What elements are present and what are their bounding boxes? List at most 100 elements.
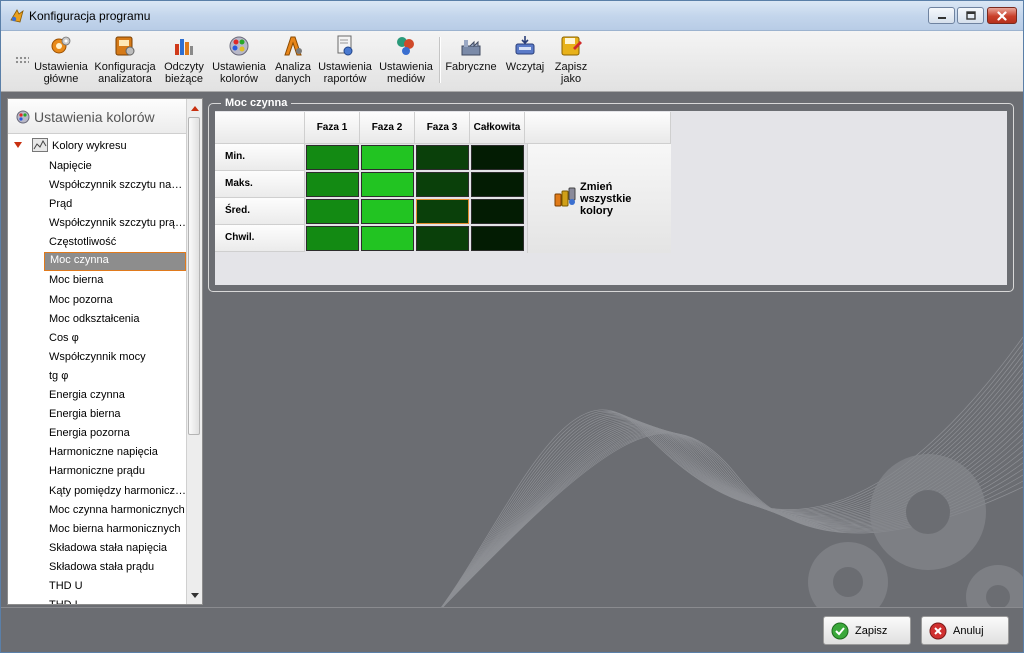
maximize-icon (965, 11, 976, 20)
sidebar-item[interactable]: Częstotliwość (44, 233, 186, 252)
row-header: Śred. (215, 198, 305, 225)
data-analysis-button[interactable]: Analiza danych (271, 34, 315, 88)
title-bar: Konfiguracja programu (1, 1, 1023, 31)
toolbar-separator (439, 37, 441, 83)
load-button[interactable]: Wczytaj (503, 34, 547, 88)
color-swatch[interactable] (416, 172, 469, 197)
color-swatch[interactable] (306, 226, 359, 251)
config-window: Konfiguracja programu Ustawienia główne (0, 0, 1024, 653)
factory-reset-icon (461, 40, 481, 56)
chevron-up-icon (190, 105, 199, 111)
active-power-group: Moc czynna Faza 1 Faza 2 Faza 3 Całkowita Mi… (208, 97, 1014, 292)
group-title: Moc czynna (221, 97, 292, 110)
sidebar-item[interactable]: Cos φ (44, 329, 186, 348)
sidebar-item[interactable]: Napięcie (44, 157, 186, 176)
panel-title: Ustawienia kolorów (34, 109, 155, 125)
sidebar-item[interactable]: Współczynnik szczytu napię… (44, 176, 186, 195)
color-swatch[interactable] (306, 172, 359, 197)
minimize-button[interactable] (928, 7, 955, 24)
minimize-icon (937, 16, 946, 19)
sidebar-item[interactable]: Moc czynna harmonicznych (44, 501, 186, 520)
column-header: Całkowita (470, 112, 525, 144)
sidebar-item[interactable]: Energia bierna (44, 405, 186, 424)
sidebar-item[interactable]: Moc pozorna (44, 291, 186, 310)
color-settings-button[interactable]: Ustawienia kolorów (212, 34, 266, 88)
color-swatch[interactable] (471, 172, 524, 197)
color-palette-icon (229, 36, 249, 56)
color-swatch[interactable] (361, 226, 414, 251)
color-swatch[interactable] (416, 226, 469, 251)
sidebar-item[interactable]: Harmoniczne prądu (44, 462, 186, 481)
color-swatch[interactable] (306, 145, 359, 170)
dialog-button-bar: Zapisz Anuluj (1, 607, 1023, 652)
color-swatch[interactable] (416, 145, 469, 170)
gear-icon (51, 36, 71, 54)
toolbar-label: Analiza danych (274, 61, 312, 85)
sidebar-item[interactable]: tg φ (44, 367, 186, 386)
palette-cans-icon (554, 187, 576, 207)
color-swatch[interactable] (361, 145, 414, 170)
sidebar-item[interactable]: Współczynnik mocy (44, 348, 186, 367)
app-icon (10, 9, 24, 23)
color-swatch[interactable] (306, 199, 359, 224)
sidebar-item[interactable]: Moc bierna harmonicznych (44, 520, 186, 539)
sidebar-item[interactable]: Harmoniczne napięcia (44, 443, 186, 462)
bar-chart-icon (175, 39, 193, 55)
color-grid-area: Faza 1 Faza 2 Faza 3 Całkowita Min. Maks. Śred… (215, 111, 1007, 285)
cancel-button[interactable]: Anuluj (921, 616, 1009, 645)
sidebar-scrollbar[interactable] (186, 99, 202, 604)
sidebar-item[interactable]: Składowa stała napięcia (44, 539, 186, 558)
column-header-empty (525, 112, 671, 144)
sidebar-item[interactable]: Składowa stała prądu (44, 558, 186, 577)
sidebar-item[interactable]: Współczynnik szczytu prądu (44, 214, 186, 233)
checkmark-icon (831, 622, 849, 639)
sidebar-item[interactable]: Moc bierna (44, 271, 186, 290)
scroll-up-button[interactable] (188, 100, 201, 115)
window-title: Konfiguracja programu (29, 9, 151, 23)
tree-root-chart-colors[interactable]: Kolory wykresu (8, 137, 188, 155)
data-analysis-icon (284, 36, 302, 56)
color-swatch[interactable] (471, 199, 524, 224)
color-palette-icon (16, 110, 30, 124)
save-as-button[interactable]: Zapisz jako (551, 34, 591, 88)
column-header: Faza 3 (415, 112, 470, 144)
sidebar-item[interactable]: Kąty pomiędzy harmoniczny… (44, 482, 186, 501)
save-as-icon (561, 36, 582, 56)
sidebar-item[interactable]: Energia pozorna (44, 424, 186, 443)
toolbar-grip[interactable] (15, 56, 29, 64)
close-button[interactable] (987, 7, 1017, 24)
sidebar-item[interactable]: Energia czynna (44, 386, 186, 405)
sidebar-item[interactable]: Moc odkształcenia (44, 310, 186, 329)
chart-colors-list: Napięcie Współczynnik szczytu napię… Prąd W… (44, 157, 188, 604)
save-button[interactable]: Zapisz (823, 616, 911, 645)
panel-header: Ustawienia kolorów (8, 99, 188, 134)
media-settings-button[interactable]: Ustawienia mediów (379, 34, 433, 88)
main-settings-button[interactable]: Ustawienia główne (33, 34, 89, 88)
media-icon (397, 37, 414, 55)
sidebar-item[interactable]: THD I (44, 596, 186, 604)
toolbar-label: Ustawienia kolorów (212, 61, 266, 85)
maximize-button[interactable] (957, 7, 984, 24)
change-all-label: Zmień wszystkie kolory (580, 181, 632, 217)
expand-arrow-icon[interactable] (14, 142, 22, 148)
save-button-label: Zapisz (855, 624, 888, 637)
color-swatch[interactable] (471, 226, 524, 251)
chart-icon (32, 138, 48, 152)
color-swatch[interactable] (471, 145, 524, 170)
sidebar-item[interactable]: THD U (44, 577, 186, 596)
scroll-down-button[interactable] (188, 588, 201, 603)
scroll-thumb[interactable] (188, 117, 200, 435)
sidebar-item[interactable]: Moc czynna (44, 252, 186, 272)
analyzer-config-button[interactable]: Konfiguracja analizatora (94, 34, 156, 88)
change-all-colors-button[interactable]: Zmień wszystkie kolory (527, 144, 671, 253)
factory-defaults-button[interactable]: Fabryczne (445, 34, 497, 88)
toolbar-label: Odczyty bieżące (164, 61, 204, 85)
color-swatch[interactable] (416, 199, 469, 224)
current-readings-button[interactable]: Odczyty bieżące (161, 34, 207, 88)
color-swatch[interactable] (361, 172, 414, 197)
sidebar-item[interactable]: Prąd (44, 195, 186, 214)
color-swatch[interactable] (361, 199, 414, 224)
toolbar-label: Ustawienia główne (34, 61, 88, 85)
report-settings-button[interactable]: Ustawienia raportów (318, 34, 372, 88)
toolbar-label: Fabryczne (445, 61, 497, 73)
